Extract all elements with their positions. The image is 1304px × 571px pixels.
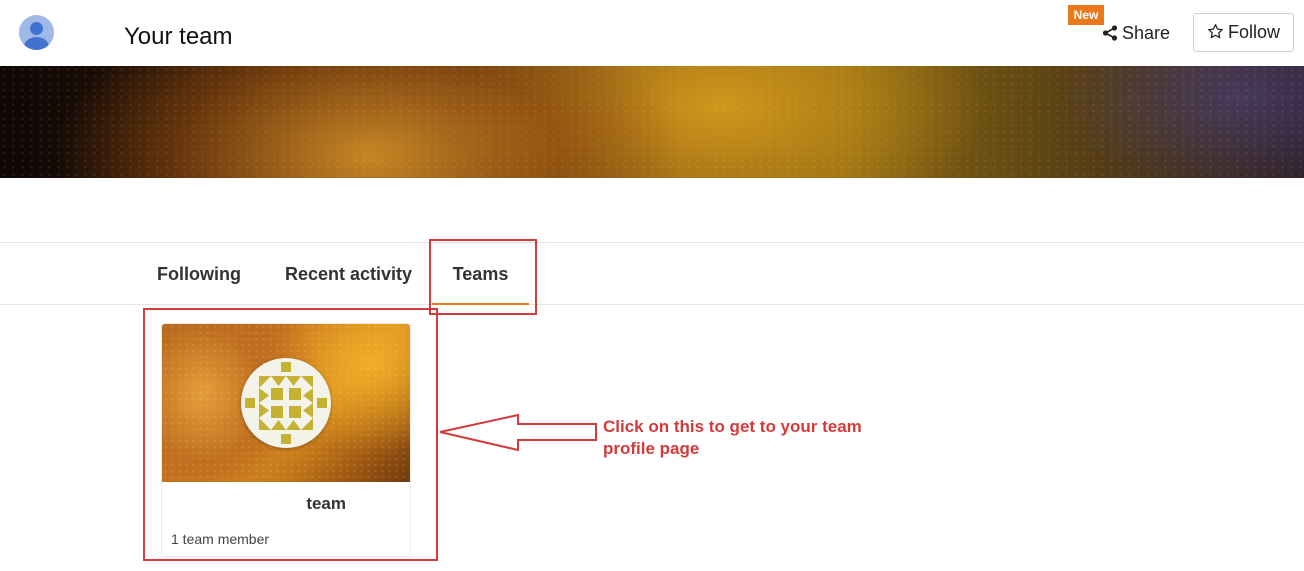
avatar-body: [24, 37, 49, 50]
banner-texture: [0, 66, 1304, 178]
follow-button[interactable]: Follow: [1193, 13, 1294, 52]
tab-teams-label: Teams: [452, 264, 509, 284]
share-label: Share: [1122, 23, 1171, 43]
team-card-cover: [162, 324, 410, 482]
page-title: Your team: [124, 23, 233, 50]
active-tab-indicator: [432, 303, 529, 305]
tab-recent-activity[interactable]: Recent activity: [285, 243, 412, 305]
annotation-text: Click on this to get to your team profil…: [603, 417, 862, 458]
team-member-count: 1 team member: [171, 531, 270, 547]
cover-banner: [0, 66, 1304, 178]
user-avatar-icon[interactable]: [19, 15, 54, 50]
tab-teams[interactable]: Teams: [432, 243, 529, 305]
profile-header: Your team New Share Follow: [0, 0, 1304, 66]
share-icon: [1102, 25, 1118, 41]
team-card-name: team: [306, 494, 346, 513]
profile-tabs: Following Recent activity Teams: [0, 242, 1304, 305]
star-outline-icon: [1208, 24, 1223, 39]
avatar-head: [30, 22, 43, 35]
team-logo-icon: [241, 358, 331, 448]
new-badge: New: [1068, 5, 1104, 25]
follow-label: Follow: [1227, 22, 1280, 42]
left-arrow-icon: [439, 413, 597, 452]
tab-following[interactable]: Following: [157, 243, 241, 305]
team-card[interactable]: team 1 team member: [162, 324, 410, 556]
share-button[interactable]: Share: [1102, 20, 1170, 46]
